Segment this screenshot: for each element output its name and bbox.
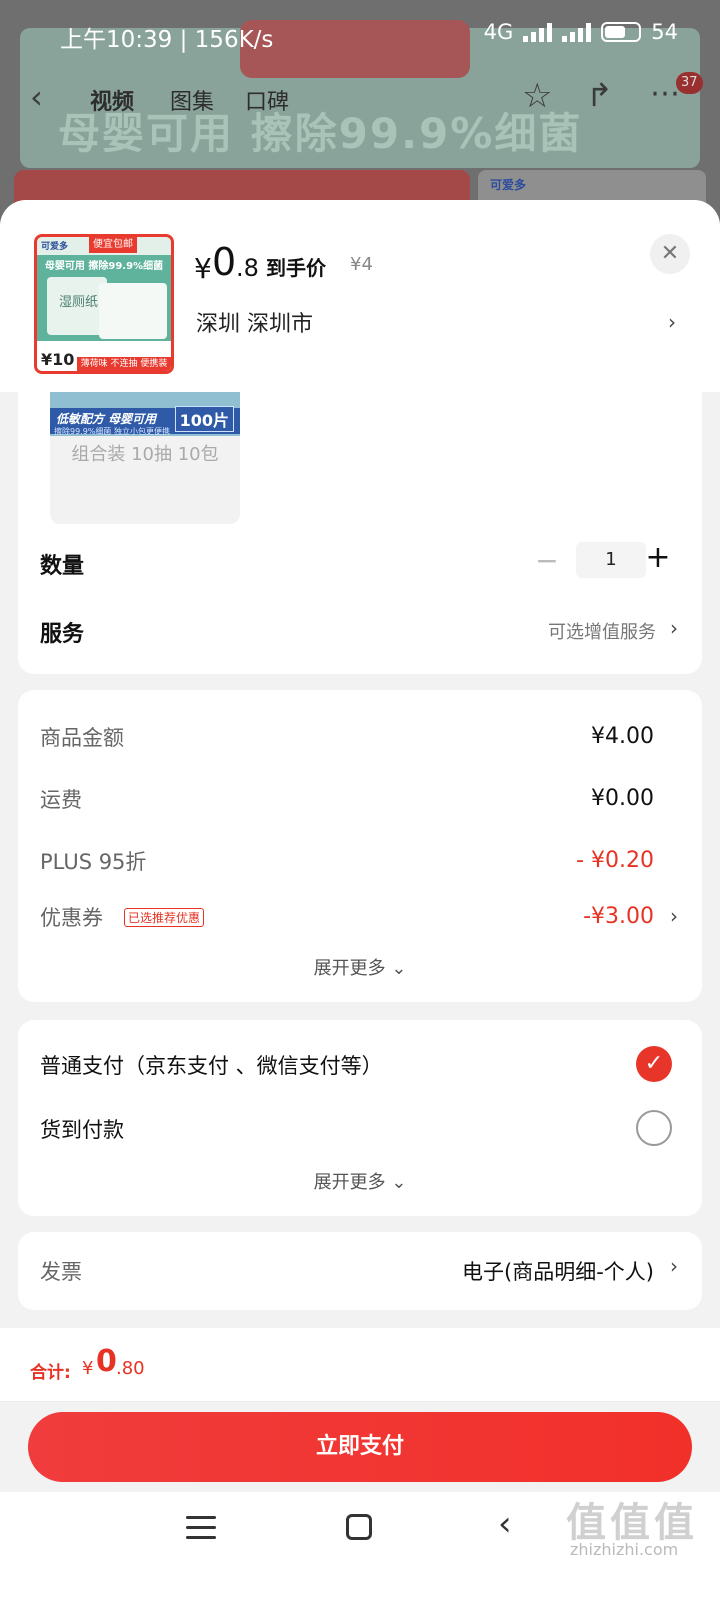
tab-video: 视频 (90, 90, 135, 115)
coupon-tag: 已选推荐优惠 (124, 908, 205, 927)
goods-amount-row: 商品金额 ¥4.00 (40, 722, 702, 762)
thumbnail-headline: 母婴可用 擦除99.9%细菌 (44, 261, 164, 272)
background-nav: ‹ 视频 图集 口碑 ☆ ↱ ⋯ 37 (0, 72, 720, 126)
plus-discount-value: - ¥0.20 (576, 848, 654, 873)
thumbnail-brand: 可爱多 (41, 242, 69, 252)
battery-level: 54 (651, 20, 678, 44)
signal-icon (523, 22, 553, 42)
chevron-right-icon[interactable]: › (668, 310, 676, 334)
variant-image-subtext: 擦除99.9%细菌 独立小包更便携 (54, 427, 170, 436)
shipping-row: 运费 ¥0.00 (40, 784, 702, 824)
total-decimal: .80 (116, 1358, 145, 1379)
thumbnail-price: ¥10 (41, 350, 75, 369)
network-type: 4G (483, 20, 514, 44)
service-label: 服务 (40, 622, 85, 647)
payment-option-online[interactable]: 普通支付（京东支付 、微信支付等） (40, 1050, 383, 1080)
total-bar: 合计: ¥ 0 .80 (0, 1328, 720, 1402)
thumbnail-pack-word: 湿厕纸 (59, 295, 99, 310)
home-icon[interactable] (346, 1514, 372, 1540)
order-sheet: 低敏配方 母婴可用 擦除99.9%细菌 独立小包更便携 100片 组合装 10抽… (0, 200, 720, 1600)
back-icon[interactable]: ‹ (498, 1504, 512, 1544)
share-icon: ↱ (586, 76, 613, 114)
battery-icon (601, 22, 642, 42)
quantity-decrease-button[interactable]: − (532, 544, 562, 577)
star-icon: ☆ (522, 76, 553, 116)
invoice-value: 电子(商品明细-个人) (462, 1260, 654, 1284)
network-speed: 156K/s (194, 27, 274, 53)
quantity-label: 数量 (40, 554, 85, 579)
product-header: 可爱多 便宜包邮 母婴可用 擦除99.9%细菌 湿厕纸 ¥10 薄荷味 不连抽 … (0, 200, 720, 392)
coupon-value: -¥3.00 (583, 904, 654, 929)
coupon-row[interactable]: 优惠券 已选推荐优惠 -¥3.00 › (40, 902, 702, 942)
price-currency: ¥ (194, 252, 212, 285)
tab-gallery: 图集 (170, 90, 215, 115)
product-thumbnail: 可爱多 便宜包邮 母婴可用 擦除99.9%细菌 湿厕纸 ¥10 薄荷味 不连抽 … (34, 234, 174, 374)
chevron-right-icon[interactable]: › (670, 904, 678, 928)
pay-now-button[interactable]: 立即支付 (28, 1412, 692, 1482)
status-bar: 上午10:39 | 156K/s 4G 54 (0, 0, 720, 70)
spec-card: 低敏配方 母婴可用 擦除99.9%细菌 独立小包更便携 100片 组合装 10抽… (18, 360, 702, 674)
variant-label: 组合装 10抽 10包 (71, 444, 219, 465)
cart-count-badge: 37 (676, 72, 703, 94)
time-text: 上午10:39 (60, 27, 173, 53)
plus-discount-label: PLUS 95折 (40, 850, 147, 874)
goods-amount-value: ¥4.00 (591, 724, 654, 749)
total-currency: ¥ (82, 1358, 94, 1379)
delivery-location[interactable]: 深圳 深圳市 (196, 306, 313, 338)
price-label: 到手价 (266, 256, 326, 280)
coupon-label: 优惠券 (40, 906, 103, 930)
menu-icon[interactable] (186, 1516, 216, 1546)
close-button[interactable]: ✕ (650, 234, 690, 274)
price-integer: 0 (212, 240, 237, 284)
signal-icon (562, 22, 592, 42)
thumbnail-pack (99, 283, 167, 339)
invoice-card[interactable]: 发票 电子(商品明细-个人) › (18, 1232, 702, 1310)
original-price: ¥4 (350, 254, 373, 275)
expand-more-payment[interactable]: 展开更多 ⌄ (18, 1168, 702, 1194)
fee-card: 商品金额 ¥4.00 运费 ¥0.00 PLUS 95折 - ¥0.20 优惠券… (18, 690, 702, 1002)
background-brand: 可爱多 (490, 178, 527, 192)
chevron-right-icon[interactable]: › (670, 616, 678, 640)
quantity-input[interactable]: 1 (576, 542, 646, 578)
total-label: 合计: (30, 1363, 71, 1383)
shipping-value: ¥0.00 (591, 786, 654, 811)
tab-review: 口碑 (245, 90, 290, 115)
radio-button[interactable] (636, 1110, 672, 1146)
quantity-increase-button[interactable]: + (642, 540, 674, 575)
check-icon[interactable]: ✓ (636, 1046, 672, 1082)
total-integer: 0 (96, 1344, 117, 1379)
close-icon: ✕ (660, 241, 680, 266)
goods-amount-label: 商品金额 (40, 726, 124, 750)
price-decimal: .8 (236, 254, 259, 282)
watermark-text: zhizhizhi.com (570, 1540, 679, 1559)
back-icon: ‹ (30, 78, 43, 116)
thumbnail-tag: 便宜包邮 (89, 237, 137, 253)
status-icons: 4G 54 (484, 20, 678, 44)
payment-card: 普通支付（京东支付 、微信支付等） ✓ 货到付款 展开更多 ⌄ (18, 1020, 702, 1216)
chevron-right-icon[interactable]: › (670, 1254, 678, 1278)
status-time: 上午10:39 | 156K/s (60, 20, 273, 54)
thumbnail-promo: 薄荷味 不连抽 便携装 (77, 357, 171, 371)
variant-image-text: 低敏配方 母婴可用 (56, 412, 157, 426)
service-value[interactable]: 可选增值服务 (548, 618, 656, 644)
shipping-label: 运费 (40, 788, 82, 812)
expand-more-fees[interactable]: 展开更多 ⌄ (18, 954, 702, 980)
plus-discount-row: PLUS 95折 - ¥0.20 (40, 846, 702, 886)
separator: | (172, 27, 195, 53)
payment-option-cod[interactable]: 货到付款 (40, 1114, 124, 1144)
variant-image-count: 100片 (174, 406, 234, 432)
invoice-label: 发票 (40, 1260, 82, 1284)
